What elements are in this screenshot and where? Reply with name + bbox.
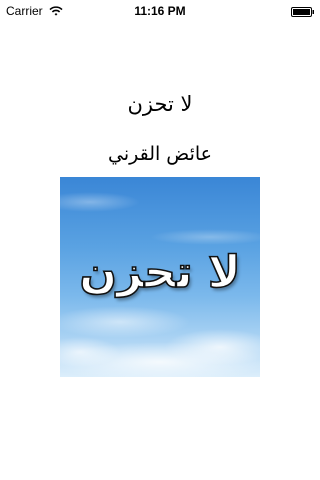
cover-title-text: لا تحزن [79,246,241,299]
book-title: لا تحزن [127,92,193,116]
book-author: عائض القرني [107,143,213,165]
status-time: 11:16 PM [134,4,186,18]
app-screen: Carrier 11:16 PM لا تحزن عائض القرني لا … [0,0,320,480]
battery-icon [291,6,315,17]
book-cover-image[interactable]: لا تحزن [60,177,260,377]
status-bar: Carrier 11:16 PM [0,0,320,20]
